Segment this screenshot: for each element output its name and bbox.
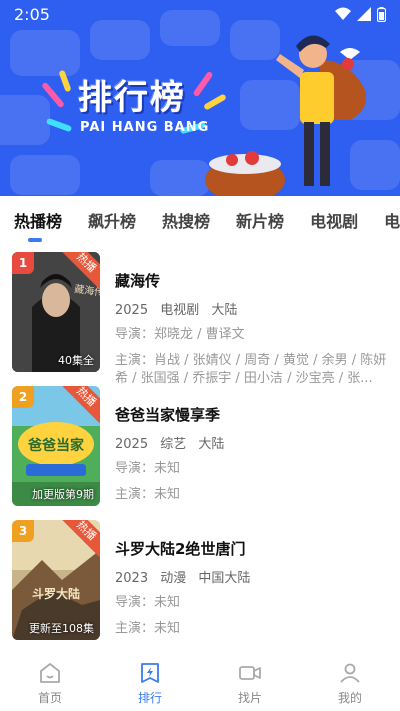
list-item[interactable]: 斗罗大陆 3 热播 更新至108集 斗罗大陆2绝世唐门 2023 动漫 中国大陆… xyxy=(12,520,392,642)
nav-mine[interactable]: 我的 xyxy=(300,655,400,711)
tab-movies[interactable]: 电影 xyxy=(384,208,400,232)
list-item[interactable]: 爸爸当家 2 热播 加更版第9期 爸爸当家慢享季 2025 综艺 大陆 导演：未… xyxy=(12,386,392,508)
ranking-banner: 2:05 排行榜 PAI HANG BANG xyxy=(0,0,400,196)
video-camera-icon xyxy=(239,665,261,680)
poster-title-art: 爸爸当家 xyxy=(27,437,85,454)
tab-hot-playing[interactable]: 热播榜 xyxy=(14,208,62,242)
item-cast: 主演：肖战 / 张婧仪 / 周奇 / 黄觉 / 余男 / 陈妍希 / 张国强 /… xyxy=(115,352,387,388)
banner-subtitle: PAI HANG BANG xyxy=(80,120,210,135)
nav-find[interactable]: 找片 xyxy=(200,655,300,711)
item-info: 斗罗大陆2绝世唐门 2023 动漫 中国大陆 导演：未知 主演：未知 xyxy=(115,520,387,638)
cast-label: 主演： xyxy=(115,621,155,636)
nav-find-label: 找片 xyxy=(237,690,262,705)
item-meta: 2023 动漫 中国大陆 xyxy=(115,567,387,586)
bottom-nav: 首页 排行 找片 我的 xyxy=(0,655,400,711)
cast-label: 主演： xyxy=(115,487,155,502)
banner-title: 排行榜 xyxy=(78,78,186,118)
item-genre: 电视剧 xyxy=(160,303,200,318)
item-meta: 2025 电视剧 大陆 xyxy=(115,299,387,318)
tab-new-release[interactable]: 新片榜 xyxy=(236,208,284,232)
item-cast: 主演：未知 xyxy=(115,486,387,504)
cast-value: 未知 xyxy=(154,621,181,636)
director-label: 导演： xyxy=(115,461,155,476)
wifi-icon xyxy=(335,7,351,20)
rank-badge: 2 xyxy=(12,386,34,408)
director-value: 未知 xyxy=(154,461,181,476)
poster-image[interactable]: 斗罗大陆 3 热播 更新至108集 xyxy=(12,520,100,640)
item-title[interactable]: 爸爸当家慢享季 xyxy=(115,404,387,425)
cast-value: 肖战 / 张婧仪 / 周奇 / 黄觉 / 余男 / 陈妍希 / 张国强 / 乔振… xyxy=(115,353,387,386)
signal-icon xyxy=(357,7,371,21)
item-info: 藏海传 2025 电视剧 大陆 导演：郑晓龙 / 曹译文 主演：肖战 / 张婧仪… xyxy=(115,252,387,388)
ranking-tabs: 热播榜 飙升榜 热搜榜 新片榜 电视剧 电影 xyxy=(0,196,400,244)
nav-ranking-label: 排行 xyxy=(137,690,162,705)
list-item[interactable]: 藏海传 1 热播 40集全 藏海传 2025 电视剧 大陆 导演：郑晓龙 / 曹… xyxy=(12,252,392,386)
mascot-illustration xyxy=(205,35,366,196)
director-value: 郑晓龙 / 曹译文 xyxy=(154,327,245,342)
ranking-icon xyxy=(141,662,159,683)
episode-caption: 更新至108集 xyxy=(29,622,94,635)
item-year: 2023 xyxy=(115,571,149,586)
item-region: 大陆 xyxy=(211,303,238,318)
item-title[interactable]: 斗罗大陆2绝世唐门 xyxy=(115,538,387,559)
home-icon xyxy=(40,662,60,683)
item-cast: 主演：未知 xyxy=(115,620,387,638)
episode-caption: 40集全 xyxy=(58,354,94,367)
item-director: 导演：未知 xyxy=(115,460,387,478)
item-genre: 综艺 xyxy=(160,437,187,452)
status-bar: 2:05 xyxy=(0,0,400,28)
tab-rising[interactable]: 飙升榜 xyxy=(88,208,136,232)
director-value: 未知 xyxy=(154,595,181,610)
user-icon xyxy=(340,663,360,683)
director-label: 导演： xyxy=(115,327,155,342)
item-year: 2025 xyxy=(115,437,149,452)
battery-icon xyxy=(377,6,386,22)
poster-image[interactable]: 爸爸当家 2 热播 加更版第9期 xyxy=(12,386,100,506)
status-time: 2:05 xyxy=(14,4,50,24)
rank-badge: 3 xyxy=(12,520,34,542)
episode-caption: 加更版第9期 xyxy=(32,488,94,501)
item-info: 爸爸当家慢享季 2025 综艺 大陆 导演：未知 主演：未知 xyxy=(115,386,387,504)
item-director: 导演：未知 xyxy=(115,594,387,612)
item-region: 大陆 xyxy=(198,437,225,452)
poster-title-art: 斗罗大陆 xyxy=(32,586,80,601)
rank-badge: 1 xyxy=(12,252,34,274)
tab-tv-series[interactable]: 电视剧 xyxy=(310,208,358,232)
item-year: 2025 xyxy=(115,303,149,318)
nav-ranking[interactable]: 排行 xyxy=(100,655,200,711)
nav-mine-label: 我的 xyxy=(337,690,362,705)
item-region: 中国大陆 xyxy=(198,571,251,586)
item-title[interactable]: 藏海传 xyxy=(115,270,387,291)
tab-hot-search[interactable]: 热搜榜 xyxy=(162,208,210,232)
director-label: 导演： xyxy=(115,595,155,610)
item-meta: 2025 综艺 大陆 xyxy=(115,433,387,452)
item-director: 导演：郑晓龙 / 曹译文 xyxy=(115,326,387,344)
poster-image[interactable]: 藏海传 1 热播 40集全 xyxy=(12,252,100,372)
item-genre: 动漫 xyxy=(160,571,187,586)
cast-label: 主演： xyxy=(115,353,155,368)
nav-home-label: 首页 xyxy=(37,690,62,705)
nav-home[interactable]: 首页 xyxy=(0,655,100,711)
cast-value: 未知 xyxy=(154,487,181,502)
